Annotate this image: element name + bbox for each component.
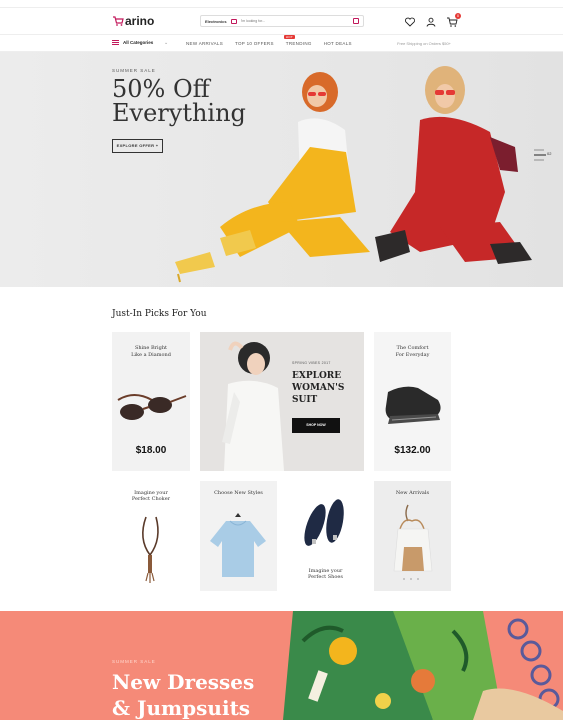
section-title: Just-In Picks For You [112, 309, 207, 319]
product-card-sneaker[interactable]: The Comfort For Everyday $132.00 [374, 332, 451, 471]
model-portrait-image [222, 341, 284, 471]
search-icon[interactable] [353, 18, 359, 24]
slider-pagination[interactable] [534, 148, 546, 167]
shop-now-button[interactable]: SHOP NOW [292, 418, 340, 433]
promo-title-line2: WOMAN'S [292, 383, 345, 393]
card-title-line2: Like a Diamond [131, 352, 171, 358]
cart-logo-icon [113, 16, 124, 26]
hero-title-line2: Everything [112, 99, 246, 127]
slide-number: 02 [547, 151, 552, 156]
blouse-image [210, 513, 266, 577]
all-categories-menu[interactable]: All Categories [112, 40, 153, 45]
promo-title: EXPLORE WOMAN'S SUIT [292, 370, 362, 406]
main-nav: All Categories ⌄ NEW ARRIVALS TOP 10 OFF… [0, 34, 563, 52]
all-categories-label: All Categories [123, 40, 154, 45]
card-title-line2: Perfect Shoes [308, 574, 343, 580]
card-title-line2: Perfect Choker [131, 496, 171, 502]
banner-shoes-image [283, 611, 563, 720]
nav-link-trending[interactable]: HOT TRENDING [283, 35, 312, 46]
card-price: $132.00 [394, 445, 431, 456]
sunglasses-image [117, 394, 187, 420]
nav-link-trending-label: TRENDING [285, 41, 312, 46]
cart-count-badge: 0 [455, 13, 461, 19]
hero-models-image [175, 66, 532, 283]
hamburger-menu-icon [112, 40, 119, 45]
product-card-shoes[interactable]: Imagine your Perfect Shoes [287, 481, 364, 591]
handbag-image [393, 504, 433, 580]
free-shipping-note: Free Shipping on Orders $50+ [397, 41, 451, 46]
user-account-icon[interactable] [425, 15, 437, 27]
banner-title-line1: New Dresses [112, 670, 255, 694]
nav-link-hot-deals[interactable]: HOT DEALS [324, 41, 352, 46]
card-title-line1: Choose New Styles [214, 490, 263, 496]
search-input[interactable] [240, 17, 349, 25]
category-dropdown-icon[interactable] [230, 18, 237, 24]
search-bar: Electronics [200, 15, 364, 27]
hero-subtitle: SUMMER SALE [112, 68, 156, 73]
product-card-new-arrivals[interactable]: New Arrivals [374, 481, 451, 591]
card-title-line1: Shine Bright [134, 345, 168, 351]
hot-badge: HOT [283, 35, 296, 39]
logo-text: arino [125, 14, 155, 28]
card-title-line1: The Comfort [396, 345, 429, 351]
card-title-line1: New Arrivals [395, 490, 430, 496]
promo-card-womans-suit[interactable]: SPRING VIBES 2017 EXPLORE WOMAN'S SUIT S… [200, 332, 364, 471]
product-card-choker[interactable]: Imagine your Perfect Choker [112, 481, 190, 591]
product-card-sunglasses[interactable]: Shine Bright Like a Diamond $18.00 [112, 332, 190, 471]
banner-subtitle: SUMMER SALE [112, 659, 156, 664]
explore-offer-button[interactable]: EXPLORE OFFER + [112, 139, 163, 153]
promo-title-line1: EXPLORE [292, 371, 342, 381]
card-title-line2: For Everyday [395, 352, 430, 358]
promo-title-line3: SUIT [292, 395, 318, 405]
top-strip [0, 0, 563, 8]
promo-banner-dresses[interactable]: SUMMER SALE New Dresses & Jumpsuits [0, 611, 563, 720]
chevron-down-icon[interactable]: ⌄ [164, 40, 168, 46]
logo[interactable]: arino [112, 13, 154, 29]
promo-tag: SPRING VIBES 2017 [292, 361, 331, 365]
sneaker-image [385, 386, 441, 424]
card-price: $18.00 [135, 445, 167, 456]
hero-banner: 02 [0, 52, 563, 287]
banner-title-line2: & Jumpsuits [112, 696, 251, 720]
choker-image [142, 516, 159, 583]
nav-links: NEW ARRIVALS TOP 10 OFFERS HOT TRENDING … [186, 35, 352, 46]
loafers-image [304, 499, 344, 546]
wishlist-heart-icon[interactable] [404, 15, 416, 27]
search-category-select[interactable]: Electronics [201, 19, 231, 24]
site-header: arino Electronics 0 [0, 9, 563, 33]
nav-link-new-arrivals[interactable]: NEW ARRIVALS [186, 41, 223, 46]
header-actions: 0 [404, 13, 461, 27]
nav-link-top-offers[interactable]: TOP 10 OFFERS [235, 41, 274, 46]
product-card-blouse[interactable]: Choose New Styles [200, 481, 277, 591]
shopping-cart-icon[interactable]: 0 [446, 13, 461, 27]
